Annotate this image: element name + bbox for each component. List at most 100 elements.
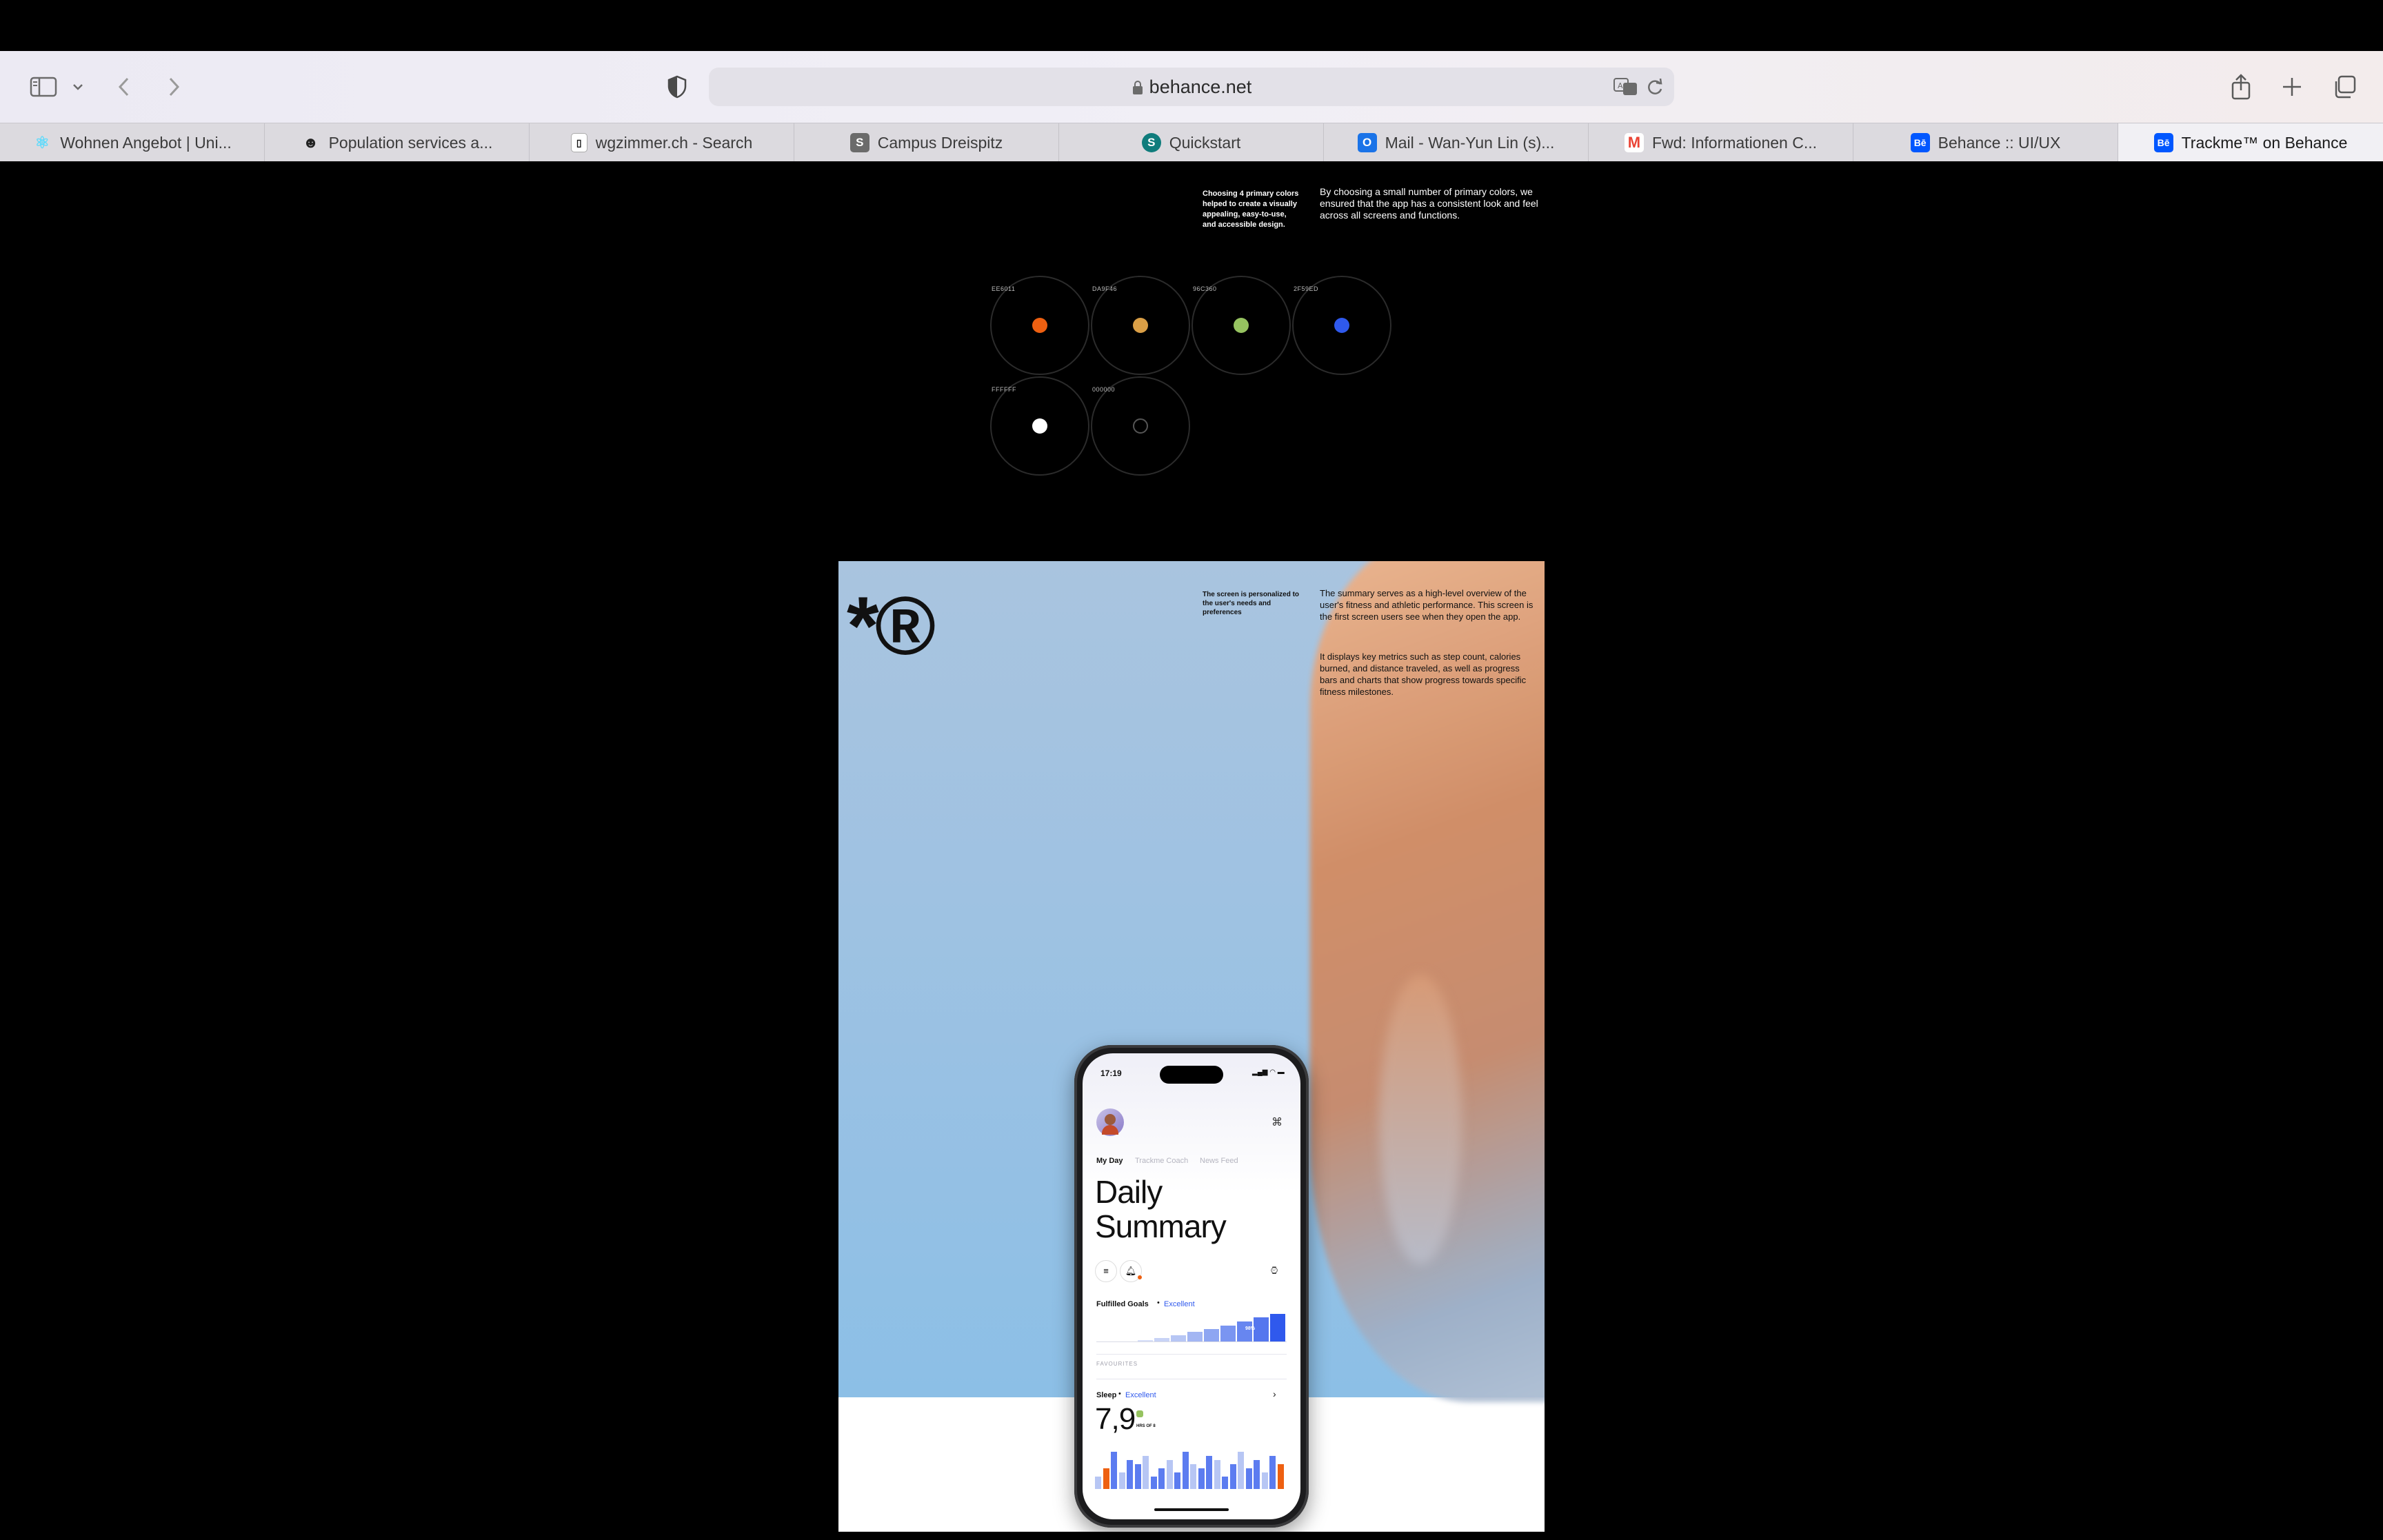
tab-label: Wohnen Angebot | Uni... — [60, 133, 232, 152]
sleep-bar — [1127, 1460, 1133, 1489]
swatch-dot — [1334, 318, 1349, 333]
new-tab-icon[interactable] — [2278, 68, 2306, 106]
color-swatch-gold: DA9F46 — [1091, 276, 1190, 375]
svg-text:A: A — [1618, 81, 1623, 90]
sleep-bar — [1143, 1456, 1149, 1489]
goals-bar-chart — [1096, 1313, 1287, 1342]
goals-separator: • — [1157, 1299, 1160, 1307]
sleep-bar — [1158, 1468, 1165, 1489]
tab-population[interactable]: ☻ Population services a... — [265, 123, 530, 162]
tab-label: wgzimmer.ch - Search — [595, 133, 753, 152]
tab-wohnen[interactable]: ⚛ Wohnen Angebot | Uni... — [0, 123, 265, 162]
sleep-bar — [1269, 1456, 1276, 1489]
sleep-bar — [1245, 1468, 1252, 1489]
sleep-bar — [1238, 1452, 1244, 1489]
grid-menu-icon[interactable]: ⌘ — [1271, 1115, 1283, 1129]
sleep-value: 7,9 — [1095, 1402, 1136, 1436]
sleep-bar — [1166, 1460, 1173, 1489]
share-icon[interactable] — [2227, 68, 2255, 106]
color-swatch-green: 96C360 — [1192, 276, 1291, 375]
swatch-dot — [1032, 318, 1047, 333]
sleep-bar — [1118, 1472, 1125, 1489]
tab-news-feed[interactable]: News Feed — [1200, 1157, 1238, 1165]
goals-bar — [1204, 1329, 1219, 1341]
swatch-dot — [1032, 418, 1047, 434]
watch-icon[interactable]: ⌚︎ — [1269, 1263, 1280, 1279]
forward-icon[interactable] — [160, 68, 188, 106]
avatar[interactable] — [1096, 1108, 1124, 1136]
goals-bar — [1237, 1321, 1252, 1341]
sleep-unit: HRS OF 8 — [1136, 1424, 1156, 1428]
tab-label: Mail - Wan-Yun Lin (s)... — [1385, 133, 1555, 152]
status-time: 17:19 — [1100, 1068, 1122, 1078]
tab-trackme[interactable]: Bē Trackme™ on Behance — [2118, 123, 2383, 162]
behance-favicon-icon: Bē — [1910, 133, 1930, 152]
goals-bar — [1187, 1332, 1203, 1341]
swatch-hex: 2F59ED — [1294, 285, 1319, 292]
swatch-hex: 96C360 — [1193, 285, 1217, 292]
sleep-bar-chart — [1095, 1445, 1288, 1489]
color-swatch-black: 000000 — [1091, 376, 1190, 476]
dynamic-island — [1160, 1066, 1223, 1084]
swatch-hex: 000000 — [1092, 386, 1116, 393]
sidebar-toggle-icon[interactable] — [26, 68, 61, 106]
colors-note-small: Choosing 4 primary colors helped to crea… — [1203, 190, 1299, 229]
color-swatch-blue: 2F59ED — [1292, 276, 1391, 375]
lock-icon — [1132, 81, 1143, 94]
privacy-shield-icon[interactable] — [663, 68, 691, 106]
swatch-hex: FFFFFF — [992, 386, 1016, 393]
sleep-bar — [1095, 1477, 1101, 1489]
sleep-separator: • — [1118, 1390, 1121, 1398]
tab-trackme-coach[interactable]: Trackme Coach — [1135, 1157, 1188, 1165]
tab-label: Behance :: UI/UX — [1938, 133, 2061, 152]
home-indicator — [1154, 1508, 1229, 1511]
tab-mail[interactable]: O Mail - Wan-Yun Lin (s)... — [1324, 123, 1589, 162]
swatch-dot — [1133, 318, 1148, 333]
sleep-bar — [1254, 1460, 1260, 1489]
react-favicon-icon: ⚛ — [34, 133, 50, 152]
chevron-down-icon[interactable] — [68, 68, 88, 106]
tab-behance-uiux[interactable]: Bē Behance :: UI/UX — [1853, 123, 2118, 162]
colors-note-main: By choosing a small number of primary co… — [1320, 186, 1538, 221]
tab-campus[interactable]: S Campus Dreispitz — [794, 123, 1059, 162]
tab-my-day[interactable]: My Day — [1096, 1157, 1123, 1165]
status-icons: ▂▄▆ ◠ ▬ — [1252, 1068, 1285, 1076]
goals-label: Fulfilled Goals — [1096, 1300, 1149, 1308]
sleep-bar — [1277, 1464, 1284, 1489]
chevron-right-icon[interactable]: › — [1273, 1388, 1276, 1399]
phone-mockup: 17:19 ▂▄▆ ◠ ▬ ⌘ My Day Trackme Coach New… — [1074, 1045, 1309, 1528]
tab-label: Campus Dreispitz — [877, 133, 1003, 152]
tab-quickstart[interactable]: S Quickstart — [1059, 123, 1324, 162]
tab-strip: ⚛ Wohnen Angebot | Uni... ☻ Population s… — [0, 123, 2383, 162]
sleep-bar — [1190, 1464, 1196, 1489]
favourites-label: FAVOURITES — [1096, 1361, 1138, 1367]
translate-icon[interactable]: A — [1613, 77, 1638, 100]
tab-label: Population services a... — [328, 133, 493, 152]
reload-icon[interactable] — [1645, 77, 1665, 100]
sleep-bar — [1261, 1472, 1268, 1489]
back-icon[interactable] — [110, 68, 138, 106]
color-swatch-orange: EE6011 — [990, 276, 1089, 375]
url-text: behance.net — [1149, 77, 1252, 97]
divider — [1096, 1354, 1287, 1355]
gmail-favicon-icon: M — [1624, 133, 1644, 152]
tab-overview-icon[interactable] — [2329, 68, 2360, 106]
sleep-bar — [1134, 1464, 1141, 1489]
poster-note-small: The screen is personalized to the user's… — [1203, 591, 1300, 616]
address-bar[interactable]: behance.net A — [709, 68, 1674, 106]
goals-bar — [1254, 1317, 1269, 1341]
sleep-bar — [1206, 1456, 1212, 1489]
sleep-bar — [1174, 1472, 1180, 1489]
sleep-bar — [1229, 1464, 1236, 1489]
tab-label: Fwd: Informationen C... — [1651, 133, 1818, 152]
filter-icon[interactable]: ≡ — [1095, 1260, 1117, 1282]
trackme-logo: *® — [847, 580, 936, 672]
sleep-bar — [1182, 1452, 1189, 1489]
address-url[interactable]: behance.net — [709, 68, 1674, 106]
tab-wgzimmer[interactable]: ▯ wgzimmer.ch - Search — [530, 123, 794, 162]
sharepoint-favicon-icon: S — [1141, 133, 1161, 152]
tab-fwd[interactable]: M Fwd: Informationen C... — [1589, 123, 1853, 162]
color-swatch-white: FFFFFF — [990, 376, 1089, 476]
goals-bar — [1138, 1340, 1153, 1341]
sleep-indicator — [1136, 1410, 1143, 1417]
